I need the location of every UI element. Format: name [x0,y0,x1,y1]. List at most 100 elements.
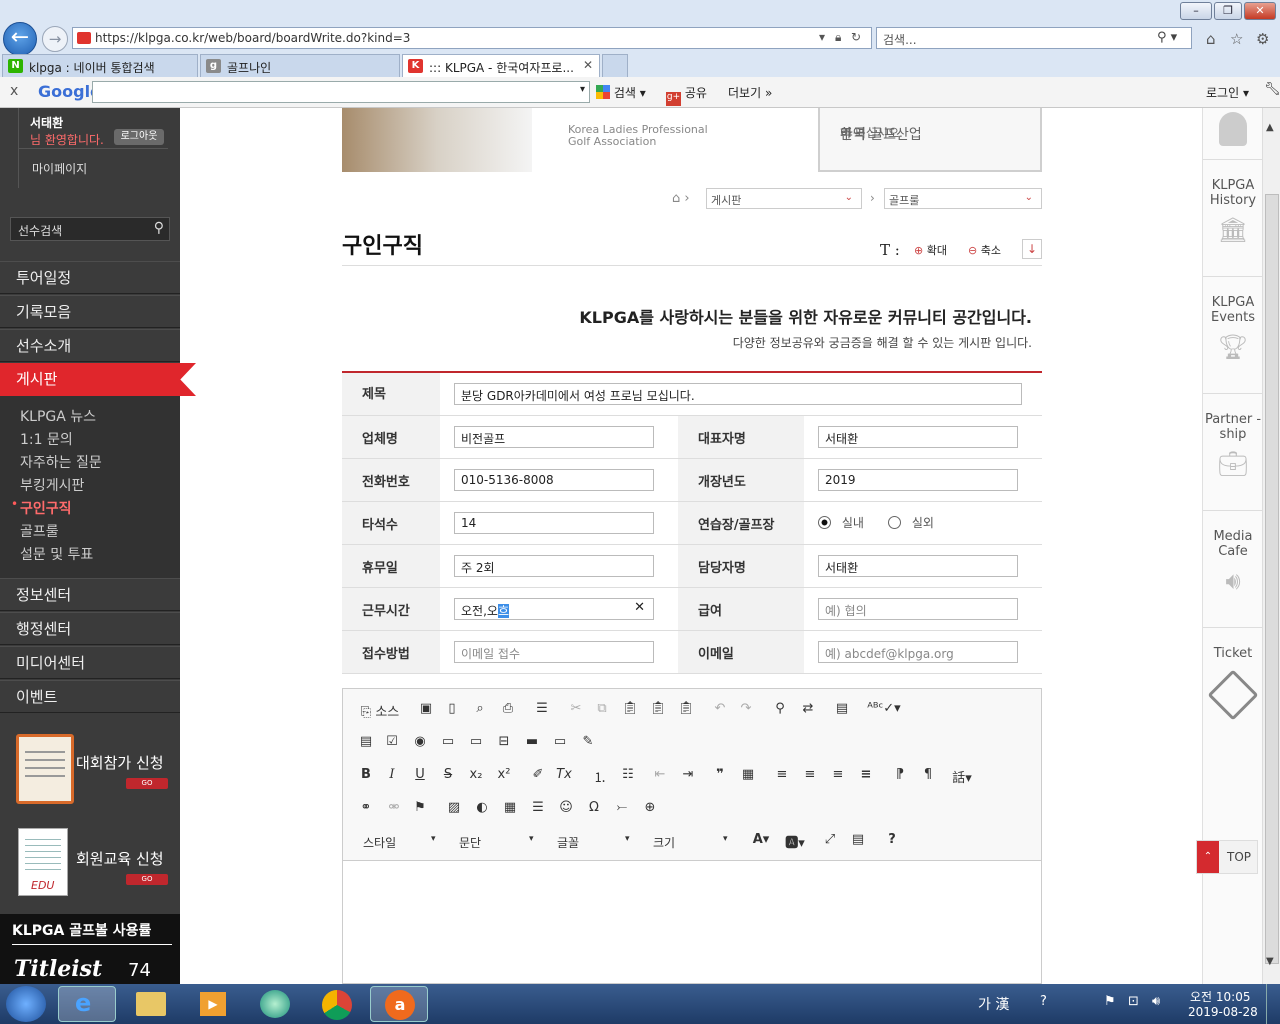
subject-input[interactable]: 분당 GDR아카데미에서 여성 프로님 모십니다. [454,383,1022,405]
unlink-icon[interactable]: ⚮ [383,800,405,815]
undo-icon[interactable]: ↶ [709,701,731,716]
quick-user-item[interactable] [1203,108,1263,160]
google-search-input[interactable]: ▾ [92,81,590,103]
bays-input[interactable]: 14 [454,512,654,534]
align-right-icon[interactable]: ≡ [827,767,849,782]
taskbar-app[interactable] [246,986,304,1022]
forward-button[interactable]: → [42,26,68,52]
download-icon[interactable]: ↓ [1022,239,1042,259]
textarea-icon[interactable]: ▭ [465,734,487,749]
outdent-icon[interactable]: ⇤ [649,767,671,782]
submenu-faq[interactable]: 자주하는 질문 [20,452,102,472]
paste-text-icon[interactable]: 📋︎ [647,701,669,716]
italic-icon[interactable]: I [381,767,403,782]
image-button-icon[interactable]: ▭ [549,734,571,749]
preview-icon[interactable]: ⌕ [469,701,491,716]
style-dropdown[interactable]: 스타일 ▾ [363,834,436,851]
quick-ticket[interactable]: Ticket [1203,628,1263,748]
maximize-icon[interactable]: ⤢ [819,832,841,847]
tournament-entry-banner[interactable]: 대회참가 신청 GO [10,726,170,808]
clock-time[interactable]: 오전 10:05 [1190,988,1250,1005]
rtl-icon[interactable]: ¶ [917,767,939,782]
share-button[interactable]: g+ 공유 [666,84,707,106]
taskbar-explorer[interactable] [122,986,180,1022]
spellcheck-icon[interactable]: ᴬᴮᶜ✓▾ [867,701,901,716]
open-year-input[interactable]: 2019 [818,469,1018,491]
find-icon[interactable]: ⚲ [769,701,791,716]
paste-word-icon[interactable]: 📋︎ [675,701,697,716]
menu-info-center[interactable]: 정보센터 [0,578,180,611]
align-left-icon[interactable]: ≡ [771,767,793,782]
smiley-icon[interactable]: ☺ [555,800,577,815]
restore-button[interactable]: ❐ [1214,2,1242,20]
radio-icon[interactable]: ◉ [409,734,431,749]
apply-method-input[interactable]: 이메일 접수 [454,641,654,663]
manager-input[interactable]: 서태환 [818,555,1018,577]
network-icon[interactable]: ⊡ [1128,994,1139,1009]
breadcrumb-select-board[interactable]: 게시판 ⌄ [706,188,862,209]
checkbox-icon[interactable]: ☑ [381,734,403,749]
search-icon[interactable]: ⚲ ▾ [1157,30,1177,45]
paste-icon[interactable]: 📋︎ [619,701,641,716]
radio-outdoor[interactable]: 실외 [888,514,934,531]
image-icon[interactable]: ▨ [443,800,465,815]
more-button[interactable]: 더보기 » [728,84,772,101]
zoom-in-button[interactable]: ⊕ 확대 [914,242,947,258]
email-input[interactable]: 예) abcdef@klpga.org [818,641,1018,663]
ceo-input[interactable]: 서태환 [818,426,1018,448]
size-dropdown[interactable]: 크기 ▾ [653,834,728,851]
submenu-inquiry[interactable]: 1:1 문의 [20,429,73,449]
indent-icon[interactable]: ⇥ [677,767,699,782]
volume-icon[interactable]: 🔊︎ [1152,994,1160,1009]
go-button[interactable]: GO [126,778,168,789]
hours-input[interactable]: 오전,오흐 ✕ [454,598,654,620]
go-button[interactable]: GO [126,874,168,885]
bold-icon[interactable]: B [355,767,377,782]
login-button[interactable]: 로그인 ▾ [1206,84,1249,101]
taskbar-chrome[interactable] [308,986,366,1022]
special-char-icon[interactable]: Ω [583,800,605,815]
textfield-icon[interactable]: ▭ [437,734,459,749]
breadcrumb-select-sub[interactable]: 골프룰 ⌄ [884,188,1042,209]
iframe-globe-icon[interactable]: ⊕ [639,800,661,815]
blockquote-icon[interactable]: ❞ [709,767,731,782]
member-education-banner[interactable]: EDU 회원교육 신청 GO [10,822,170,904]
align-center-icon[interactable]: ≡ [799,767,821,782]
show-desktop-button[interactable] [1266,984,1280,1024]
dropdown-icon[interactable]: ▾ [819,30,825,44]
submenu-golf-rules[interactable]: 골프룰 [20,521,59,541]
minimize-button[interactable]: – [1180,2,1212,20]
print-icon[interactable]: ⎙ [497,701,519,716]
player-search-input[interactable]: 선수검색 ⚲ [10,217,170,241]
settings-gear-icon[interactable]: ⚙ [1256,30,1269,48]
subscript-icon[interactable]: x₂ [465,767,487,782]
redo-icon[interactable]: ↷ [735,701,757,716]
lock-icon[interactable]: 🔒︎ [835,30,841,45]
holiday-input[interactable]: 주 2회 [454,555,654,577]
back-button[interactable]: ← [3,22,37,56]
company-input[interactable]: 비전골프 [454,426,654,448]
text-color-icon[interactable]: A▾ [747,832,775,847]
ime-indicator[interactable]: 가 漢 [978,994,1009,1014]
submenu-jobs[interactable]: 구인구직 [20,498,72,518]
google-search-button[interactable]: 검색 ▾ [596,84,646,101]
scrollbar-thumb[interactable] [1265,194,1279,964]
submenu-news[interactable]: KLPGA 뉴스 [20,406,96,426]
quick-history[interactable]: KLPGA History 🏛︎ [1203,160,1263,277]
font-dropdown[interactable]: 글꼴 ▾ [557,834,630,851]
replace-icon[interactable]: ⇄ [797,701,819,716]
address-bar[interactable]: https://klpga.co.kr/web/board/boardWrite… [72,27,872,49]
new-tab-button[interactable] [602,54,628,77]
format-paint-icon[interactable]: ✐ [527,767,549,782]
submenu-booking[interactable]: 부킹게시판 [20,475,84,495]
submenu-survey[interactable]: 설문 및 투표 [20,544,93,564]
taskbar-media[interactable]: ▶ [184,986,242,1022]
link-icon[interactable]: ⚭ [355,800,377,815]
anchor-flag-icon[interactable]: ⚑ [409,800,431,815]
radio-indoor[interactable]: 실내 [818,514,864,531]
source-button[interactable]: ⎘ 소스 [355,701,405,720]
clock-date[interactable]: 2019-08-28 [1188,1005,1258,1019]
clear-input-icon[interactable]: ✕ [634,600,645,615]
tab-golf9[interactable]: g 골프나인 [200,54,400,77]
flash-icon[interactable]: ◐ [471,800,493,815]
